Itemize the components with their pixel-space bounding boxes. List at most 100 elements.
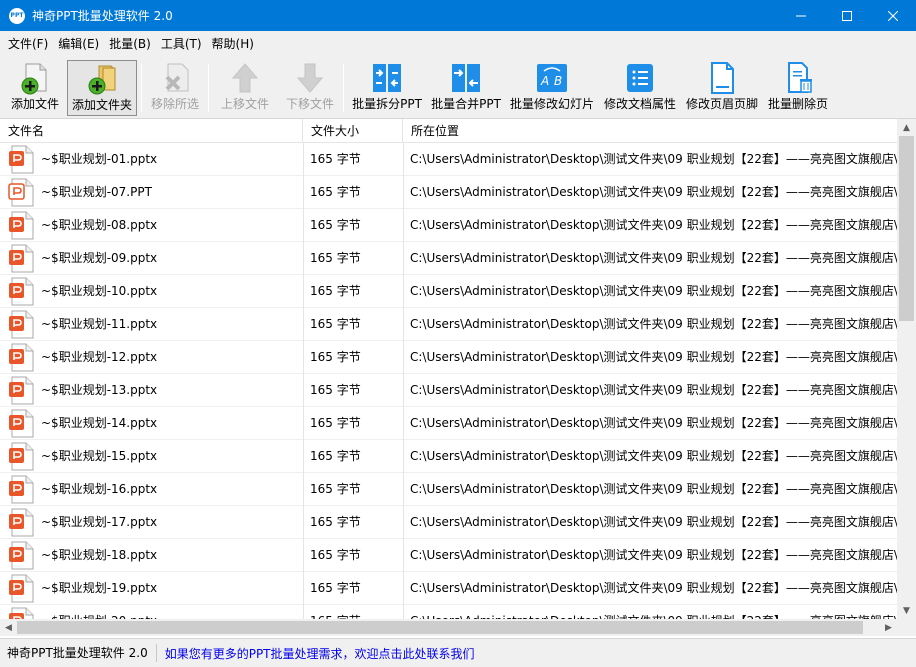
file-list[interactable]: 文件名 文件大小 所在位置 ~$职业规划-01.pptx 165 字节 C:\Use… [0,119,916,636]
file-row[interactable]: ~$职业规划-01.pptx 165 字节 C:\Users\Administrat… [0,143,897,176]
svg-text:A: A [540,74,549,88]
file-name-cell: ~$职业规划-15.pptx [41,449,158,463]
scroll-left-icon[interactable]: ◀ [0,619,17,636]
file-row[interactable]: ~$职业规划-16.pptx 165 字节 C:\Users\Administrat… [0,473,897,506]
move-down-button[interactable]: 下移文件 [280,60,340,116]
close-icon [888,10,898,21]
file-row[interactable]: ~$职业规划-15.pptx 165 字节 C:\Users\Administrat… [0,440,897,473]
add-file-label: 添加文件 [10,97,59,111]
remove-file-icon [165,63,189,92]
file-row[interactable]: ~$职业规划-17.pptx 165 字节 C:\Users\Administrat… [0,506,897,539]
split-icon [373,64,401,92]
file-size-cell: 165 字节 [303,539,403,572]
menu-help[interactable]: 帮助(H) [207,31,259,58]
maximize-button[interactable] [824,0,870,31]
file-row[interactable]: ~$职业规划-14.pptx 165 字节 C:\Users\Administrat… [0,407,897,440]
file-size-cell: 165 字节 [303,374,403,407]
file-size-cell: 165 字节 [303,605,403,619]
modify-props-label: 修改文档属性 [603,97,676,111]
file-row[interactable]: ~$职业规划-11.pptx 165 字节 C:\Users\Administrat… [0,308,897,341]
modify-header-footer-label: 修改页眉页脚 [685,97,758,111]
horizontal-scroll-thumb[interactable] [17,621,863,634]
remove-selected-button[interactable]: 移除所选 [146,60,204,116]
status-bar: 神奇PPT批量处理软件 2.0 如果您有更多的PPT批量处理需求，欢迎点击此处联… [0,638,916,667]
file-location-cell: C:\Users\Administrator\Desktop\测试文件夹\09 … [403,374,897,407]
modify-slides-label: 批量修改幻灯片 [509,97,594,111]
app-logo-icon: PPT [9,7,25,24]
file-location-cell: C:\Users\Administrator\Desktop\测试文件夹\09 … [403,473,897,506]
file-location-cell: C:\Users\Administrator\Desktop\测试文件夹\09 … [403,407,897,440]
file-location-cell: C:\Users\Administrator\Desktop\测试文件夹\09 … [403,308,897,341]
arrow-up-icon [231,63,259,93]
file-row[interactable]: ~$职业规划-10.pptx 165 字节 C:\Users\Administrat… [0,275,897,308]
file-row[interactable]: ~$职业规划-13.pptx 165 字节 C:\Users\Administrat… [0,374,897,407]
file-name-cell: ~$职业规划-10.pptx [41,284,158,298]
scroll-up-icon[interactable]: ▲ [897,119,916,136]
toolbar-separator [208,64,209,112]
delete-pages-button[interactable]: 批量删除页 [765,60,831,116]
file-row[interactable]: ~$职业规划-19.pptx 165 字节 C:\Users\Administrat… [0,572,897,605]
file-size-cell: 165 字节 [303,308,403,341]
file-size-cell: 165 字节 [303,341,403,374]
delete-pages-label: 批量删除页 [767,97,828,111]
file-location-cell: C:\Users\Administrator\Desktop\测试文件夹\09 … [403,506,897,539]
contact-link[interactable]: 如果您有更多的PPT批量处理需求，欢迎点击此处联系我们 [157,645,475,662]
file-name-cell: ~$职业规划-11.pptx [41,317,158,331]
file-name-cell: ~$职业规划-16.pptx [41,482,158,496]
file-size-cell: 165 字节 [303,209,403,242]
file-location-cell: C:\Users\Administrator\Desktop\测试文件夹\09 … [403,539,897,572]
menu-bar: 文件(F) 编辑(E) 批量(B) 工具(T) 帮助(H) [0,31,916,58]
app-logo-text: PPT [10,12,24,19]
merge-ppt-button[interactable]: 批量合并PPT [428,60,504,116]
modify-props-button[interactable]: 修改文档属性 [601,60,679,116]
file-name-cell: ~$职业规划-17.pptx [41,515,158,529]
add-folder-button[interactable]: 添加文件夹 [67,60,137,116]
vertical-scroll-thumb[interactable] [899,136,914,321]
title-bar: PPT 神奇PPT批量处理软件 2.0 [0,0,916,31]
vertical-scrollbar[interactable]: ▲ ▼ [897,119,916,619]
file-location-cell: C:\Users\Administrator\Desktop\测试文件夹\09 … [403,341,897,374]
file-size-cell: 165 字节 [303,407,403,440]
minimize-button[interactable] [778,0,824,31]
modify-slides-button[interactable]: A B 批量修改幻灯片 [507,60,597,116]
file-row[interactable]: ~$职业规划-12.pptx 165 字节 C:\Users\Administrat… [0,341,897,374]
file-name-cell: ~$职业规划-01.pptx [41,152,158,166]
menu-batch[interactable]: 批量(B) [104,31,156,58]
window-title: 神奇PPT批量处理软件 2.0 [32,9,173,23]
add-file-button[interactable]: 添加文件 [4,60,66,116]
scroll-down-icon[interactable]: ▼ [897,602,916,619]
scroll-right-icon[interactable]: ▶ [880,619,897,636]
scrollbar-corner [897,619,916,636]
file-name-cell: ~$职业规划-09.pptx [41,251,158,265]
file-row[interactable]: ~$职业规划-08.pptx 165 字节 C:\Users\Administrat… [0,209,897,242]
file-location-cell: C:\Users\Administrator\Desktop\测试文件夹\09 … [403,275,897,308]
move-down-label: 下移文件 [285,97,334,111]
close-button[interactable] [870,0,916,31]
file-name-cell: ~$职业规划-07.PPT [41,185,152,199]
file-name-cell: ~$职业规划-08.pptx [41,218,158,232]
file-row[interactable]: ~$职业规划-07.PPT 165 字节 C:\Users\Administrato… [0,176,897,209]
column-header-location[interactable]: 所在位置 [403,119,897,143]
file-row[interactable]: ~$职业规划-09.pptx 165 字节 C:\Users\Administrat… [0,242,897,275]
menu-tools[interactable]: 工具(T) [156,31,207,58]
minimize-icon [796,15,806,16]
file-size-cell: 165 字节 [303,242,403,275]
move-up-button[interactable]: 上移文件 [215,60,275,116]
maximize-icon [842,10,852,21]
header-footer-icon [711,62,734,94]
file-name-cell: ~$职业规划-20.pptx [0,605,303,619]
toolbar-separator [141,64,142,112]
horizontal-scrollbar[interactable]: ◀ ▶ [0,619,897,636]
toolbar: 添加文件 添加文件夹 移除所选 上移文件 下移文件 批量拆分PPT 批量合并PP… [0,58,916,119]
modify-header-footer-button[interactable]: 修改页眉页脚 [683,60,761,116]
column-header-size[interactable]: 文件大小 [303,119,403,143]
file-row[interactable]: ~$职业规划-18.pptx 165 字节 C:\Users\Administrat… [0,539,897,572]
menu-edit[interactable]: 编辑(E) [53,31,104,58]
delete-page-icon [788,62,812,93]
menu-file[interactable]: 文件(F) [3,31,53,58]
file-location-cell: C:\Users\Administrator\Desktop\测试文件夹\09 … [403,209,897,242]
column-header-name[interactable]: 文件名 [0,119,303,143]
split-ppt-button[interactable]: 批量拆分PPT [349,60,425,116]
file-row[interactable]: ~$职业规划-20.pptx165 字节C:\Users\Administrat… [0,605,897,619]
merge-ppt-label: 批量合并PPT [431,97,501,111]
